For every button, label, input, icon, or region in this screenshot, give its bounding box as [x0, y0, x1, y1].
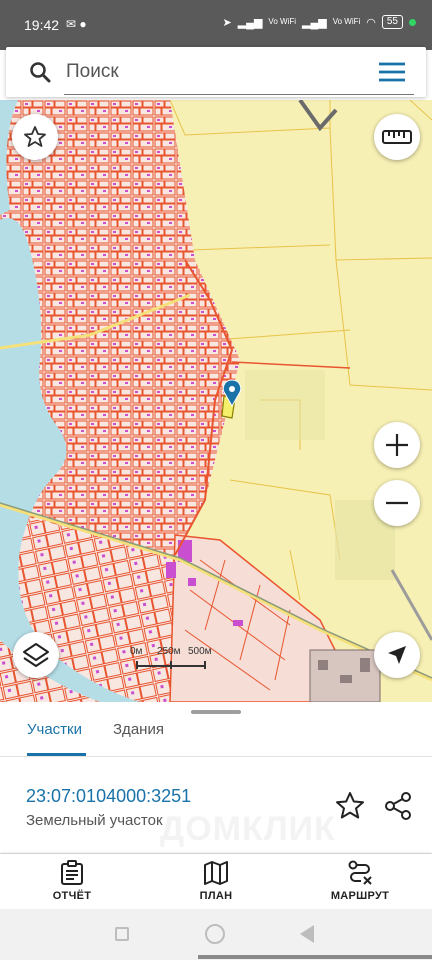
- watermark-logo: ДОМКЛИК: [160, 810, 336, 848]
- tab-parcels[interactable]: Участки: [27, 721, 82, 757]
- battery-indicator: 55: [381, 15, 403, 29]
- cadastral-number-link[interactable]: 23:07:0104000:3251: [26, 786, 191, 807]
- wifi-icon: ◠: [366, 16, 376, 29]
- scale-tick: [170, 661, 172, 669]
- zoom-in-button[interactable]: [374, 422, 420, 468]
- star-icon: [24, 126, 46, 147]
- back-button[interactable]: [300, 925, 314, 943]
- share-icon[interactable]: [383, 791, 413, 821]
- recents-button[interactable]: [115, 927, 129, 941]
- navigation-arrow-icon: [388, 646, 406, 664]
- layers-button[interactable]: [13, 632, 59, 678]
- plan-label: ПЛАН: [199, 890, 233, 902]
- tab-buildings[interactable]: Здания: [113, 721, 164, 757]
- scale-label-500: 500м: [188, 646, 212, 657]
- zoom-out-button[interactable]: [374, 480, 420, 526]
- map-canvas[interactable]: [0, 100, 432, 702]
- status-indicators: ➤ ▂▄▆ Vo WiFi ▂▄▆ Vo WiFi ◠ 55: [222, 15, 416, 29]
- search-bar: [6, 47, 426, 97]
- route-icon: [348, 860, 372, 885]
- clipboard-icon: [61, 860, 83, 885]
- scale-label-0: 0м: [130, 646, 143, 657]
- map-icon: [204, 861, 228, 885]
- my-location-button[interactable]: [374, 632, 420, 678]
- signal-icon: ▂▄▆: [237, 16, 263, 29]
- scale-tick: [136, 661, 138, 669]
- signal-icon-2: ▂▄▆: [301, 16, 327, 29]
- search-icon[interactable]: [28, 60, 52, 84]
- report-label: ОТЧЁТ: [52, 890, 92, 902]
- search-input[interactable]: [66, 57, 366, 87]
- plan-button[interactable]: ПЛАН: [161, 860, 271, 902]
- report-button[interactable]: ОТЧЁТ: [17, 860, 127, 902]
- system-nav-bar: [0, 909, 432, 960]
- measure-button[interactable]: [374, 114, 420, 160]
- minus-icon: [386, 501, 408, 505]
- hamburger-menu-icon[interactable]: [378, 62, 406, 82]
- map-view[interactable]: 0м 250м 500м: [0, 100, 432, 702]
- star-icon[interactable]: [335, 791, 365, 821]
- tabs-divider: [0, 756, 432, 757]
- favorite-button[interactable]: [12, 114, 58, 160]
- status-bar: 19:42 ✉ ● ➤ ▂▄▆ Vo WiFi ▂▄▆ Vo WiFi ◠ 55: [0, 0, 432, 50]
- map-scale-bar: 0м 250м 500м: [128, 646, 212, 670]
- location-icon: ➤: [222, 16, 232, 29]
- layers-icon: [23, 643, 49, 667]
- home-button[interactable]: [205, 924, 225, 944]
- route-label: МАРШРУТ: [330, 890, 390, 902]
- gesture-indicator: [198, 955, 432, 959]
- status-time: 19:42: [24, 17, 60, 33]
- ruler-icon: [382, 130, 412, 144]
- plus-icon: [386, 434, 408, 456]
- parcel-type: Земельный участок: [26, 812, 163, 829]
- sheet-drag-handle[interactable]: [191, 710, 241, 714]
- action-bar: ОТЧЁТ ПЛАН МАРШРУТ: [0, 854, 432, 910]
- wifi-calling-label-2: Vo WiFi: [332, 17, 361, 26]
- privacy-dot: [409, 18, 416, 26]
- scale-label-250: 250м: [157, 646, 181, 657]
- route-button[interactable]: МАРШРУТ: [305, 860, 415, 902]
- parcel-info-sheet: Участки Здания ДОМКЛИК 23:07:0104000:325…: [0, 702, 432, 909]
- wifi-calling-label-1: Vo WiFi: [268, 17, 296, 26]
- search-underline: [64, 94, 414, 95]
- notification-icons: ✉ ●: [66, 17, 87, 31]
- scale-tick: [204, 661, 206, 669]
